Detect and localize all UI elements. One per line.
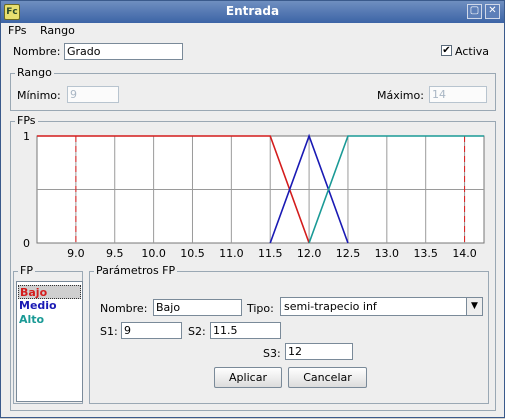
s3-field[interactable]: 12 xyxy=(285,343,353,360)
x-tick-label: 14.0 xyxy=(452,247,477,260)
y-tick-label: 0 xyxy=(23,237,30,250)
s1-field[interactable]: 9 xyxy=(121,322,182,339)
x-tick-label: 11.5 xyxy=(258,247,283,260)
x-tick-label: 10.0 xyxy=(141,247,166,260)
fp-nombre-field[interactable]: Bajo xyxy=(153,299,242,316)
fp-nombre-label: Nombre: xyxy=(100,302,148,315)
x-tick-label: 10.5 xyxy=(180,247,205,260)
s3-label: S3: xyxy=(263,347,281,360)
x-tick-label: 11.0 xyxy=(219,247,244,260)
aplicar-button[interactable]: Aplicar xyxy=(214,367,282,388)
s2-field[interactable]: 11.5 xyxy=(210,322,281,339)
cancelar-button[interactable]: Cancelar xyxy=(288,367,367,388)
fp-list-item-medio[interactable]: Medio xyxy=(18,299,81,313)
chevron-down-icon[interactable]: ▼ xyxy=(466,298,482,315)
tipo-select-value: semi-trapecio inf xyxy=(284,300,377,313)
x-tick-label: 13.5 xyxy=(413,247,438,260)
parametros-title: Parámetros FP xyxy=(94,264,178,277)
tipo-label: Tipo: xyxy=(247,302,274,315)
fp-list-title: FP xyxy=(18,264,35,277)
x-tick-label: 12.0 xyxy=(297,247,322,260)
fp-list-item-bajo[interactable]: Bajo xyxy=(18,285,81,299)
s2-label: S2: xyxy=(188,325,206,338)
x-tick-label: 13.0 xyxy=(375,247,400,260)
entrada-window: Fc Entrada ▢ ✕ FPs Rango Nombre: Grado ✔… xyxy=(0,0,505,418)
x-tick-label: 9.5 xyxy=(106,247,124,260)
y-tick-label: 1 xyxy=(23,130,30,143)
fp-list: Bajo Medio Alto xyxy=(16,281,83,402)
s1-label: S1: xyxy=(100,325,118,338)
fp-list-item-alto[interactable]: Alto xyxy=(18,313,81,327)
x-tick-label: 12.5 xyxy=(336,247,361,260)
x-tick-label: 9.0 xyxy=(67,247,85,260)
tipo-select[interactable]: semi-trapecio inf ▼ xyxy=(280,297,483,316)
